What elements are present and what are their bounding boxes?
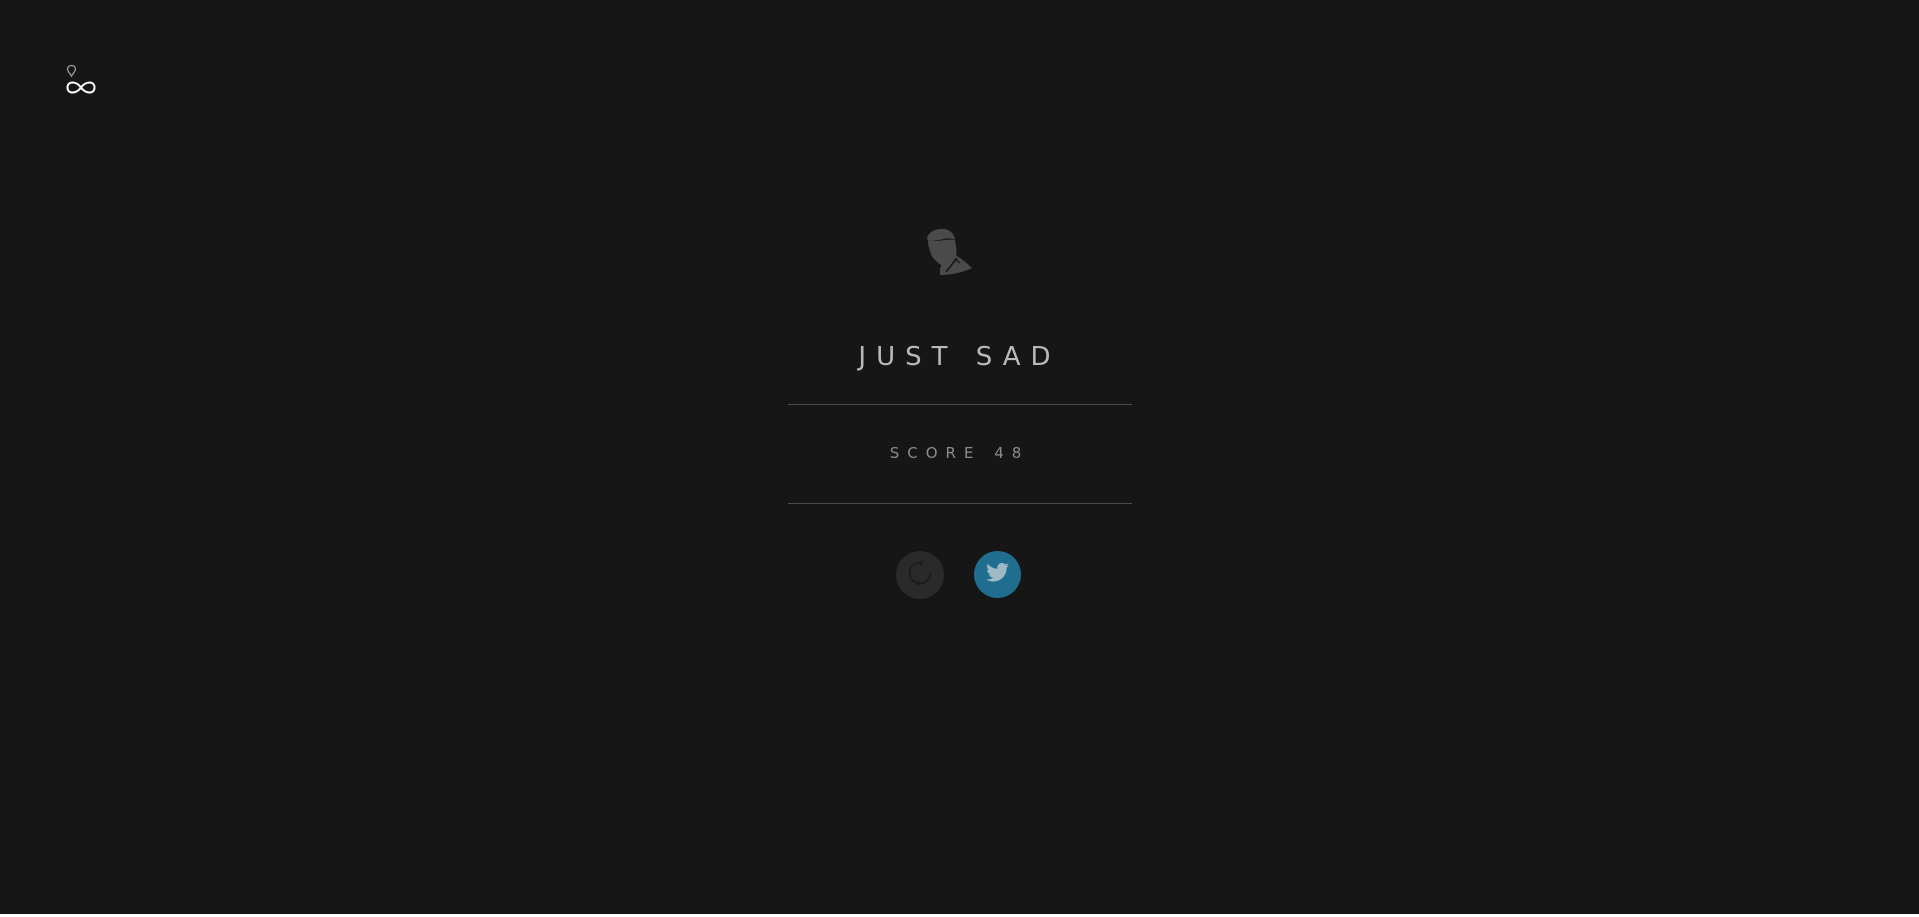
result-panel: JUST SAD SCORE 48: [0, 0, 1919, 917]
result-title: JUST SAD: [858, 342, 1061, 372]
refresh-icon: [907, 560, 933, 590]
score-label: SCORE 48: [889, 444, 1030, 462]
silhouette-portrait-icon: [922, 228, 974, 276]
divider-top: [788, 404, 1132, 405]
game-over-screen: JUST SAD SCORE 48: [0, 0, 1919, 917]
divider-bottom: [788, 503, 1132, 504]
share-twitter-button[interactable]: [974, 551, 1021, 598]
twitter-bird-icon: [985, 562, 1010, 588]
replay-button[interactable]: [896, 551, 944, 599]
